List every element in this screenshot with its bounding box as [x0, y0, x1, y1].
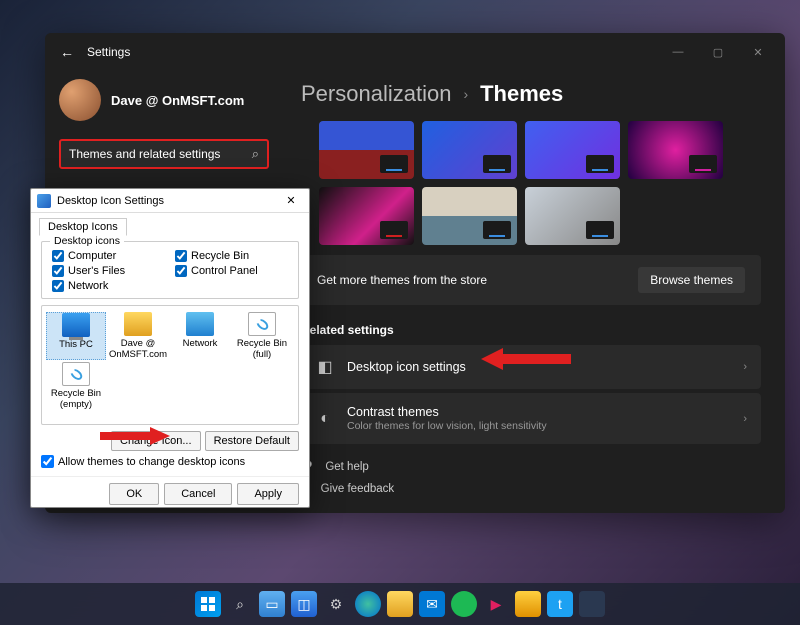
titlebar: ← Settings — ▢ ✕ — [45, 33, 785, 71]
taskbar-app-icon[interactable] — [579, 591, 605, 617]
user-profile[interactable]: Dave @ OnMSFT.com — [59, 79, 269, 121]
breadcrumb-parent[interactable]: Personalization — [301, 81, 451, 107]
tab-desktop-icons[interactable]: Desktop Icons — [39, 218, 127, 236]
username: Dave @ OnMSFT.com — [111, 93, 244, 108]
search-box[interactable]: ⌕ — [59, 139, 269, 169]
browse-themes-button[interactable]: Browse themes — [638, 267, 745, 293]
themes-grid — [319, 121, 761, 245]
get-help-link[interactable]: ❔Get help — [301, 456, 761, 478]
taskbar-twitter-icon[interactable]: t — [547, 591, 573, 617]
setting-subtitle: Color themes for low vision, light sensi… — [347, 420, 743, 432]
start-button[interactable] — [195, 591, 221, 617]
taskbar-spotify-icon[interactable] — [451, 591, 477, 617]
check-computer[interactable]: Computer — [52, 250, 165, 262]
taskbar-edge-icon[interactable] — [355, 591, 381, 617]
app-title: Settings — [87, 45, 130, 59]
taskbar-mail-icon[interactable]: ✉ — [419, 591, 445, 617]
change-icon-button[interactable]: Change Icon... — [111, 431, 201, 451]
desktop-icon-settings-dialog: Desktop Icon Settings ✕ Desktop Icons De… — [30, 188, 310, 508]
theme-tile[interactable] — [525, 121, 620, 179]
theme-tile[interactable] — [319, 121, 414, 179]
taskbar-settings-icon[interactable]: ⚙ — [323, 591, 349, 617]
preview-recycle-bin-empty[interactable]: Recycle Bin (empty) — [46, 362, 106, 410]
preview-recycle-bin-full[interactable]: Recycle Bin (full) — [232, 312, 292, 360]
theme-tile[interactable] — [422, 121, 517, 179]
search-icon[interactable]: ⌕ — [252, 146, 259, 162]
desktop-icon-icon: ◧ — [315, 357, 335, 377]
preview-user-folder[interactable]: Dave @ OnMSFT.com — [108, 312, 168, 360]
search-input[interactable] — [69, 147, 252, 161]
check-network[interactable]: Network — [52, 280, 165, 292]
preview-this-pc[interactable]: This PC — [46, 312, 106, 360]
avatar — [59, 79, 101, 121]
taskbar-search-icon[interactable]: ⌕ — [227, 591, 253, 617]
check-recycle-bin[interactable]: Recycle Bin — [175, 250, 288, 262]
store-row: Get more themes from the store Browse th… — [301, 255, 761, 305]
ok-button[interactable]: OK — [109, 483, 159, 505]
setting-title: Contrast themes — [347, 405, 743, 419]
theme-tile[interactable] — [525, 187, 620, 245]
taskbar-task-view-icon[interactable]: ▭ — [259, 591, 285, 617]
setting-title: Desktop icon settings — [347, 360, 743, 374]
theme-tile[interactable] — [319, 187, 414, 245]
content-area: Personalization › Themes Get more themes… — [283, 71, 785, 513]
allow-themes-checkbox[interactable]: Allow themes to change desktop icons — [41, 455, 299, 468]
breadcrumb-current: Themes — [480, 81, 563, 107]
check-users-files[interactable]: User's Files — [52, 265, 165, 277]
give-feedback-link[interactable]: ✎Give feedback — [301, 478, 761, 500]
related-settings-label: Related settings — [301, 323, 761, 337]
preview-network[interactable]: Network — [170, 312, 230, 360]
taskbar-widgets-icon[interactable]: ◫ — [291, 591, 317, 617]
desktop-icons-fieldset: Desktop icons Computer Recycle Bin User'… — [41, 241, 299, 299]
maximize-button[interactable]: ▢ — [699, 38, 737, 66]
minimize-button[interactable]: — — [659, 38, 697, 66]
store-text: Get more themes from the store — [317, 273, 487, 287]
apply-button[interactable]: Apply — [237, 483, 299, 505]
close-button[interactable]: ✕ — [739, 38, 777, 66]
restore-default-button[interactable]: Restore Default — [205, 431, 299, 451]
desktop-icon-settings-row[interactable]: ◧ Desktop icon settings › — [301, 345, 761, 389]
theme-tile[interactable] — [422, 187, 517, 245]
theme-tile[interactable] — [628, 121, 723, 179]
icon-preview-list: This PC Dave @ OnMSFT.com Network Recycl… — [41, 305, 299, 425]
contrast-icon: ◐ — [315, 409, 335, 429]
dialog-close-button[interactable]: ✕ — [279, 194, 303, 207]
cancel-button[interactable]: Cancel — [164, 483, 232, 505]
breadcrumb: Personalization › Themes — [301, 81, 761, 107]
fieldset-legend: Desktop icons — [50, 235, 124, 247]
dialog-title: Desktop Icon Settings — [57, 195, 164, 207]
taskbar-explorer-icon[interactable] — [387, 591, 413, 617]
chevron-right-icon: › — [463, 86, 468, 102]
taskbar-app-icon[interactable] — [515, 591, 541, 617]
taskbar: ⌕ ▭ ◫ ⚙ ✉ ▶ t — [0, 583, 800, 625]
dialog-app-icon — [37, 194, 51, 208]
taskbar-play-icon[interactable]: ▶ — [483, 591, 509, 617]
chevron-right-icon: › — [743, 413, 747, 425]
dialog-titlebar: Desktop Icon Settings ✕ — [31, 189, 309, 213]
back-button[interactable]: ← — [53, 38, 81, 66]
check-control-panel[interactable]: Control Panel — [175, 265, 288, 277]
contrast-themes-row[interactable]: ◐ Contrast themes Color themes for low v… — [301, 393, 761, 444]
chevron-right-icon: › — [743, 361, 747, 373]
